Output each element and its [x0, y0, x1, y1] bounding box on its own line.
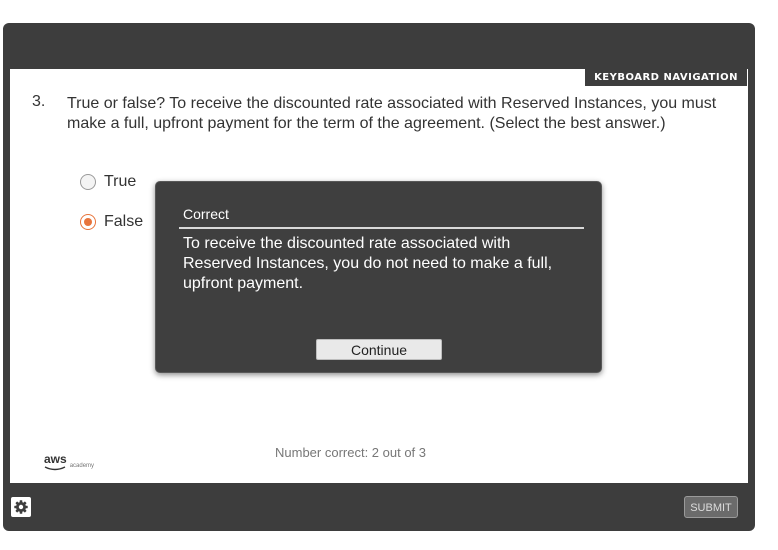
logo-smile-icon — [44, 466, 66, 471]
feedback-body: To receive the discounted rate associate… — [183, 235, 553, 292]
gear-icon — [14, 500, 28, 514]
feedback-dialog: Correct To receive the discounted rate a… — [155, 181, 602, 373]
feedback-title: Correct — [183, 206, 229, 222]
option-false[interactable]: False — [80, 213, 143, 231]
question-text: True or false? To receive the discounted… — [67, 95, 717, 132]
continue-button[interactable]: Continue — [316, 339, 442, 360]
settings-button[interactable] — [11, 497, 31, 517]
submit-button[interactable]: SUBMIT — [684, 496, 738, 518]
option-true[interactable]: True — [80, 173, 136, 191]
question-number: 3. — [32, 93, 46, 110]
logo-academy-text: academy — [69, 463, 95, 469]
score-text: Number correct: 2 out of 3 — [275, 445, 427, 460]
option-false-label: False — [104, 213, 144, 230]
aws-academy-logo: aws academy — [44, 452, 94, 471]
keyboard-navigation-button[interactable]: KEYBOARD NAVIGATION — [585, 69, 747, 86]
logo-aws-text: aws — [44, 452, 67, 466]
feedback-divider — [179, 227, 584, 229]
option-true-label: True — [104, 173, 137, 190]
radio-false[interactable] — [80, 214, 96, 230]
radio-true[interactable] — [80, 174, 96, 190]
